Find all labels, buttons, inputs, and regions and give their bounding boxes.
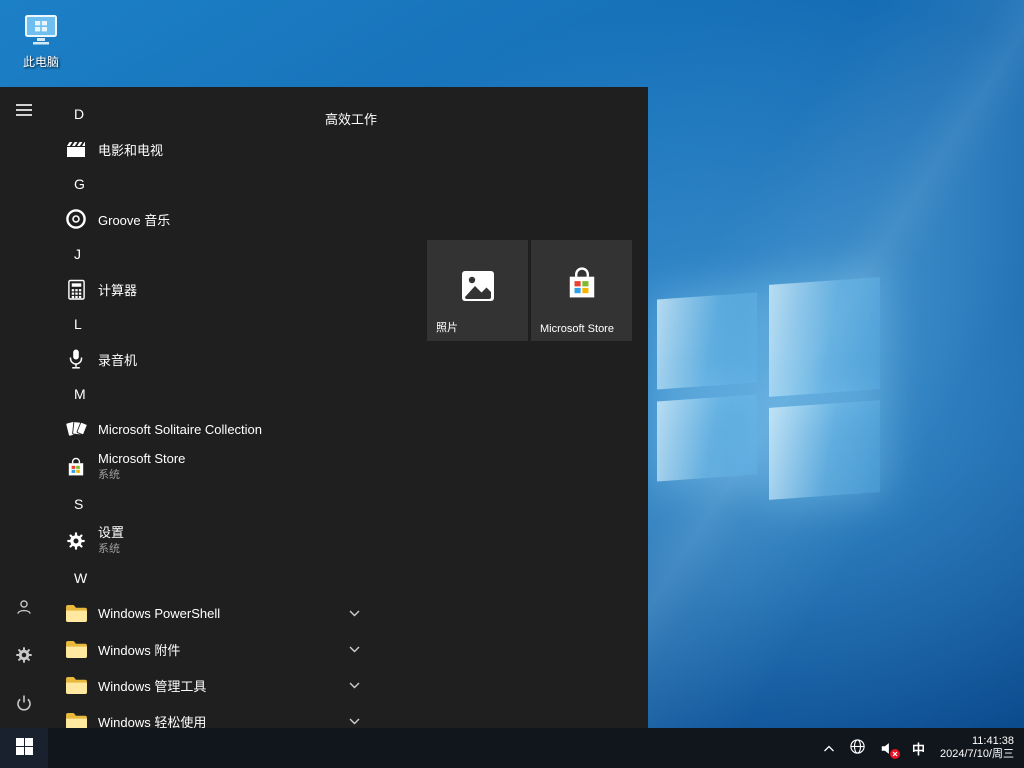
ime-indicator[interactable]: 中 xyxy=(903,728,934,768)
windows-logo-icon xyxy=(16,738,33,758)
app-item-label: 设置 xyxy=(98,526,124,540)
folder-item-label: Windows 附件 xyxy=(98,640,180,659)
app-item-text: 设置 系统 xyxy=(98,526,124,556)
folder-item-windows-powershell[interactable]: Windows PowerShell xyxy=(48,595,380,631)
app-section-header-j[interactable]: J xyxy=(48,237,380,271)
app-section-header-l[interactable]: L xyxy=(48,307,380,341)
wallpaper-logo-pane xyxy=(657,395,757,482)
folder-icon xyxy=(64,709,88,728)
tile-group-title[interactable]: 高效工作 xyxy=(325,109,377,128)
clock[interactable]: 11:41:38 2024/7/10/周三 xyxy=(934,735,1024,762)
app-item-text: Microsoft Store 系统 xyxy=(98,452,185,482)
tile-label: Microsoft Store xyxy=(540,323,614,335)
folder-item-label: Windows 轻松使用 xyxy=(98,712,206,729)
settings-gear-icon xyxy=(64,529,88,553)
expand-menu-button[interactable] xyxy=(0,87,48,135)
groove-music-icon xyxy=(64,207,88,231)
app-item-label: Groove 音乐 xyxy=(98,210,170,229)
tiles-row: 照片 Microsoft Store xyxy=(427,240,632,341)
volume-button[interactable] xyxy=(873,728,903,768)
wallpaper-logo-pane xyxy=(657,293,757,390)
app-item-movies-tv[interactable]: 电影和电视 xyxy=(48,131,380,167)
app-item-solitaire[interactable]: Microsoft Solitaire Collection xyxy=(48,411,380,447)
calculator-icon xyxy=(64,277,88,301)
folder-item-label: Windows PowerShell xyxy=(98,606,220,621)
app-item-label: 录音机 xyxy=(98,350,137,369)
settings-button[interactable] xyxy=(0,632,48,680)
app-item-label: Microsoft Store xyxy=(98,452,185,466)
app-item-sublabel: 系统 xyxy=(98,468,185,482)
app-section-header-s[interactable]: S xyxy=(48,487,380,521)
start-menu: D 电影和电视 G xyxy=(0,87,648,728)
app-item-groove-music[interactable]: Groove 音乐 xyxy=(48,201,380,237)
hamburger-icon xyxy=(16,103,32,120)
wallpaper-logo-pane xyxy=(769,400,880,500)
this-pc-icon xyxy=(23,12,59,51)
app-item-label: 计算器 xyxy=(98,280,137,299)
user-icon xyxy=(15,598,33,619)
power-button[interactable] xyxy=(0,680,48,728)
app-section-header-w[interactable]: W xyxy=(48,561,380,595)
store-bag-icon xyxy=(64,455,88,479)
power-icon xyxy=(15,694,33,715)
app-item-sublabel: 系统 xyxy=(98,542,124,556)
folder-item-windows-admin-tools[interactable]: Windows 管理工具 xyxy=(48,667,380,703)
clock-date: 2024/7/10/周三 xyxy=(940,748,1014,762)
clock-time: 11:41:38 xyxy=(972,735,1014,749)
network-button[interactable] xyxy=(842,728,873,768)
photos-icon xyxy=(458,266,498,311)
rail-bottom-group xyxy=(0,584,48,728)
show-hidden-icons-button[interactable] xyxy=(816,728,842,768)
app-section-header-g[interactable]: G xyxy=(48,167,380,201)
mute-badge xyxy=(890,749,900,759)
volume-muted-icon xyxy=(880,741,896,756)
folder-item-windows-ease-of-access[interactable]: Windows 轻松使用 xyxy=(48,703,380,728)
app-item-voice-recorder[interactable]: 录音机 xyxy=(48,341,380,377)
wallpaper-logo-pane xyxy=(769,277,880,397)
chevron-down-icon[interactable] xyxy=(349,610,360,617)
chevron-down-icon[interactable] xyxy=(349,646,360,653)
start-menu-rail xyxy=(0,87,48,728)
chevron-up-icon xyxy=(823,741,835,756)
folder-icon xyxy=(64,673,88,697)
start-app-list: D 电影和电视 G xyxy=(48,87,380,728)
chevron-down-icon[interactable] xyxy=(349,682,360,689)
desktop-icon-label: 此电脑 xyxy=(23,53,59,70)
start-button[interactable] xyxy=(0,728,48,768)
app-item-microsoft-store[interactable]: Microsoft Store 系统 xyxy=(48,447,380,487)
app-item-label: 电影和电视 xyxy=(98,140,163,159)
tile-photos[interactable]: 照片 xyxy=(427,240,528,341)
desktop-icon-this-pc[interactable]: 此电脑 xyxy=(10,12,72,70)
folder-item-label: Windows 管理工具 xyxy=(98,676,206,695)
system-tray: 中 11:41:38 2024/7/10/周三 xyxy=(816,728,1024,768)
tile-label: 照片 xyxy=(436,319,458,335)
store-bag-icon xyxy=(565,266,599,307)
folder-icon xyxy=(64,601,88,625)
folder-item-windows-accessories[interactable]: Windows 附件 xyxy=(48,631,380,667)
taskbar: 中 11:41:38 2024/7/10/周三 xyxy=(0,728,1024,768)
settings-gear-icon xyxy=(15,646,33,667)
movies-tv-icon xyxy=(64,137,88,161)
solitaire-icon xyxy=(64,417,88,441)
app-item-label: Microsoft Solitaire Collection xyxy=(98,422,262,437)
app-item-calculator[interactable]: 计算器 xyxy=(48,271,380,307)
folder-icon xyxy=(64,637,88,661)
app-item-settings[interactable]: 设置 系统 xyxy=(48,521,380,561)
tile-microsoft-store[interactable]: Microsoft Store xyxy=(531,240,632,341)
app-section-header-m[interactable]: M xyxy=(48,377,380,411)
user-account-button[interactable] xyxy=(0,584,48,632)
voice-recorder-icon xyxy=(64,347,88,371)
chevron-down-icon[interactable] xyxy=(349,718,360,725)
network-globe-icon xyxy=(849,738,866,758)
